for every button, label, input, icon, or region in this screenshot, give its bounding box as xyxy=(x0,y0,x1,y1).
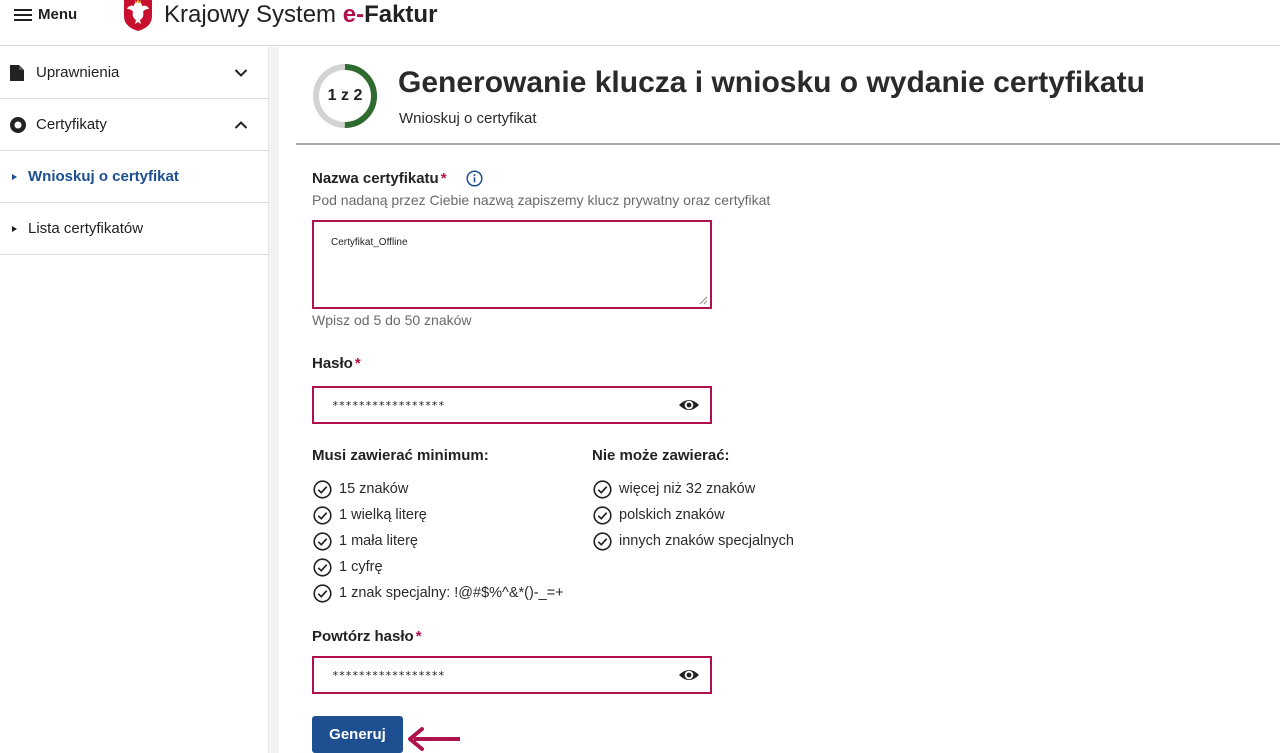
brand-accent: e- xyxy=(342,1,365,28)
brand-title[interactable]: Krajowy System e-Faktur xyxy=(164,1,437,29)
info-icon[interactable] xyxy=(466,170,483,187)
page-subtitle: Wnioskuj o certyfikat xyxy=(399,110,537,127)
check-circle-icon xyxy=(313,479,332,499)
requirement-item: 1 wielką literę xyxy=(313,502,564,528)
menu-button[interactable]: Menu xyxy=(14,6,77,23)
bullet-icon xyxy=(12,173,17,180)
label-text: Powtórz hasło xyxy=(312,628,414,645)
repeat-password-label: Powtórz hasło * xyxy=(312,628,422,645)
restriction-text: polskich znaków xyxy=(619,507,725,523)
arrow-left-icon xyxy=(408,727,460,751)
requirement-item: 1 mała literę xyxy=(313,528,564,554)
show-password-eye-icon[interactable] xyxy=(678,396,700,414)
requirement-item: 1 znak specjalny: !@#$%^&*()-_=+ xyxy=(313,580,564,606)
requirement-item: 15 znaków xyxy=(313,476,564,502)
must-not-contain-list: więcej niż 32 znaków polskich znaków inn… xyxy=(593,476,794,554)
page-title: Generowanie klucza i wniosku o wydanie c… xyxy=(398,66,1145,99)
sidebar-item-label: Certyfikaty xyxy=(36,116,107,133)
must-contain-list: 15 znaków 1 wielką literę 1 mała literę … xyxy=(313,476,564,606)
restriction-item: więcej niż 32 znaków xyxy=(593,476,794,502)
restriction-item: innych znaków specjalnych xyxy=(593,528,794,554)
requirement-text: 1 znak specjalny: !@#$%^&*()-_=+ xyxy=(339,585,564,601)
label-text: Nazwa certyfikatu xyxy=(312,170,439,187)
password-field[interactable] xyxy=(312,386,712,424)
certificate-name-input[interactable]: Certyfikat_Offline xyxy=(312,220,712,309)
sidebar-item-certyfikaty[interactable]: Certyfikaty xyxy=(0,99,268,151)
password-input[interactable] xyxy=(314,388,654,422)
bullet-icon xyxy=(12,225,17,232)
restriction-text: więcej niż 32 znaków xyxy=(619,481,756,497)
check-circle-icon xyxy=(313,531,332,551)
resize-handle-icon[interactable] xyxy=(698,295,708,305)
must-not-contain-title: Nie może zawierać: xyxy=(592,447,730,464)
restriction-item: polskich znaków xyxy=(593,502,794,528)
sidebar-gutter xyxy=(269,47,279,753)
divider xyxy=(296,143,1280,145)
check-circle-icon xyxy=(593,479,612,499)
sidebar-item-uprawnienia[interactable]: Uprawnienia xyxy=(0,47,268,99)
must-contain-title: Musi zawierać minimum: xyxy=(312,447,489,464)
certificate-icon xyxy=(10,116,26,133)
requirement-text: 1 mała literę xyxy=(339,533,418,549)
repeat-password-input[interactable] xyxy=(314,658,654,692)
check-circle-icon xyxy=(313,583,332,603)
sidebar-item-label: Uprawnienia xyxy=(36,64,120,81)
step-counter: 1 z 2 xyxy=(327,87,363,104)
menu-label: Menu xyxy=(38,6,78,23)
chevron-down-icon xyxy=(234,68,248,77)
sidebar-subitem-label: Lista certyfikatów xyxy=(28,220,144,237)
check-circle-icon xyxy=(313,557,332,577)
requirement-text: 1 wielką literę xyxy=(339,507,427,523)
check-circle-icon xyxy=(593,505,612,525)
certificate-name-hint: Pod nadaną przez Ciebie nazwą zapiszemy … xyxy=(312,192,771,208)
certificate-name-label: Nazwa certyfikatu * xyxy=(312,170,447,187)
show-password-eye-icon[interactable] xyxy=(678,666,700,684)
sidebar-subitem-lista[interactable]: Lista certyfikatów xyxy=(0,203,268,255)
document-icon xyxy=(10,64,24,81)
requirement-text: 15 znaków xyxy=(339,481,409,497)
certificate-name-helper: Wpisz od 5 do 50 znaków xyxy=(312,312,472,328)
brand-text: Krajowy System xyxy=(164,1,343,28)
chevron-up-icon xyxy=(234,120,248,129)
required-mark: * xyxy=(354,355,361,372)
requirement-item: 1 cyfrę xyxy=(313,554,564,580)
sidebar: Uprawnienia Certyfikaty Wnioskuj o certy… xyxy=(0,47,269,753)
sidebar-subitem-wnioskuj[interactable]: Wnioskuj o certyfikat xyxy=(0,151,268,203)
generate-button[interactable]: Generuj xyxy=(312,716,403,753)
top-bar: Menu Krajowy System e-Faktur xyxy=(0,0,1280,46)
requirement-text: 1 cyfrę xyxy=(339,559,383,575)
required-mark: * xyxy=(415,628,422,645)
password-label: Hasło * xyxy=(312,355,361,372)
check-circle-icon xyxy=(593,531,612,551)
check-circle-icon xyxy=(313,505,332,525)
label-text: Hasło xyxy=(312,355,353,372)
required-mark: * xyxy=(440,170,447,187)
restriction-text: innych znaków specjalnych xyxy=(619,533,794,549)
brand-bold: Faktur xyxy=(364,1,438,28)
repeat-password-field[interactable] xyxy=(312,656,712,694)
polish-emblem-icon xyxy=(124,0,152,31)
sidebar-subitem-label: Wnioskuj o certyfikat xyxy=(28,168,179,185)
hamburger-icon xyxy=(14,8,32,22)
